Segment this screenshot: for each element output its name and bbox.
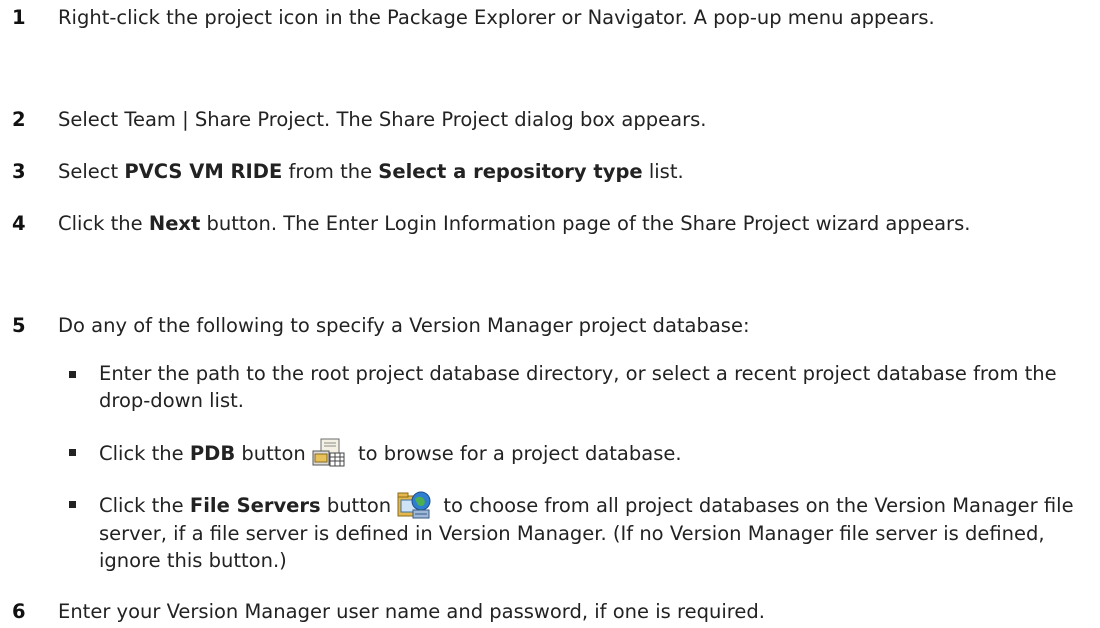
pdb-icon	[312, 438, 346, 468]
step-text: Select PVCS VM RIDE from the Select a re…	[58, 158, 1088, 185]
text-segment: Select	[58, 160, 125, 183]
bullet-text: Click the PDB button to browse for a pro…	[99, 438, 1084, 468]
step-text: Enter your Version Manager user name and…	[58, 600, 765, 623]
step-number: 4	[12, 212, 26, 235]
step-number: 6	[12, 600, 26, 623]
step-text: Right-click the project icon in the Pack…	[58, 6, 935, 29]
text-segment: button. The Enter Login Information page…	[200, 212, 971, 235]
button-name: PDB	[189, 442, 236, 465]
step-number: 2	[12, 108, 26, 131]
bullet-marker	[69, 371, 76, 378]
text-segment: button	[235, 442, 306, 465]
bullet-marker	[69, 449, 76, 456]
button-name: File Servers	[189, 494, 321, 517]
list-name: Select a repository type	[378, 160, 643, 183]
text-segment: Click the	[58, 212, 149, 235]
text-segment: from the	[282, 160, 379, 183]
step-number: 5	[12, 314, 26, 337]
step-text: Select Team | Share Project. The Share P…	[58, 108, 707, 131]
step-number: 1	[12, 6, 26, 29]
bullet-marker	[69, 501, 76, 508]
file-servers-icon	[397, 490, 431, 520]
text-segment: Click the	[99, 442, 190, 465]
button-name: Next	[148, 212, 201, 235]
text-segment: list.	[642, 160, 684, 183]
text-segment: Click the	[99, 494, 190, 517]
step-text: Click the Next button. The Enter Login I…	[58, 210, 1088, 237]
procedure-steps: 1 Right-click the project icon in the Pa…	[0, 0, 1100, 628]
step-number: 3	[12, 160, 26, 183]
bullet-text: Click the File Servers button to choose …	[99, 490, 1084, 574]
text-segment: button	[320, 494, 392, 517]
text-segment: to browse for a project database.	[351, 442, 682, 465]
repository-name: PVCS VM RIDE	[124, 160, 283, 183]
step-text: Do any of the following to specify a Ver…	[58, 314, 750, 337]
bullet-text: Enter the path to the root project datab…	[99, 362, 1057, 412]
